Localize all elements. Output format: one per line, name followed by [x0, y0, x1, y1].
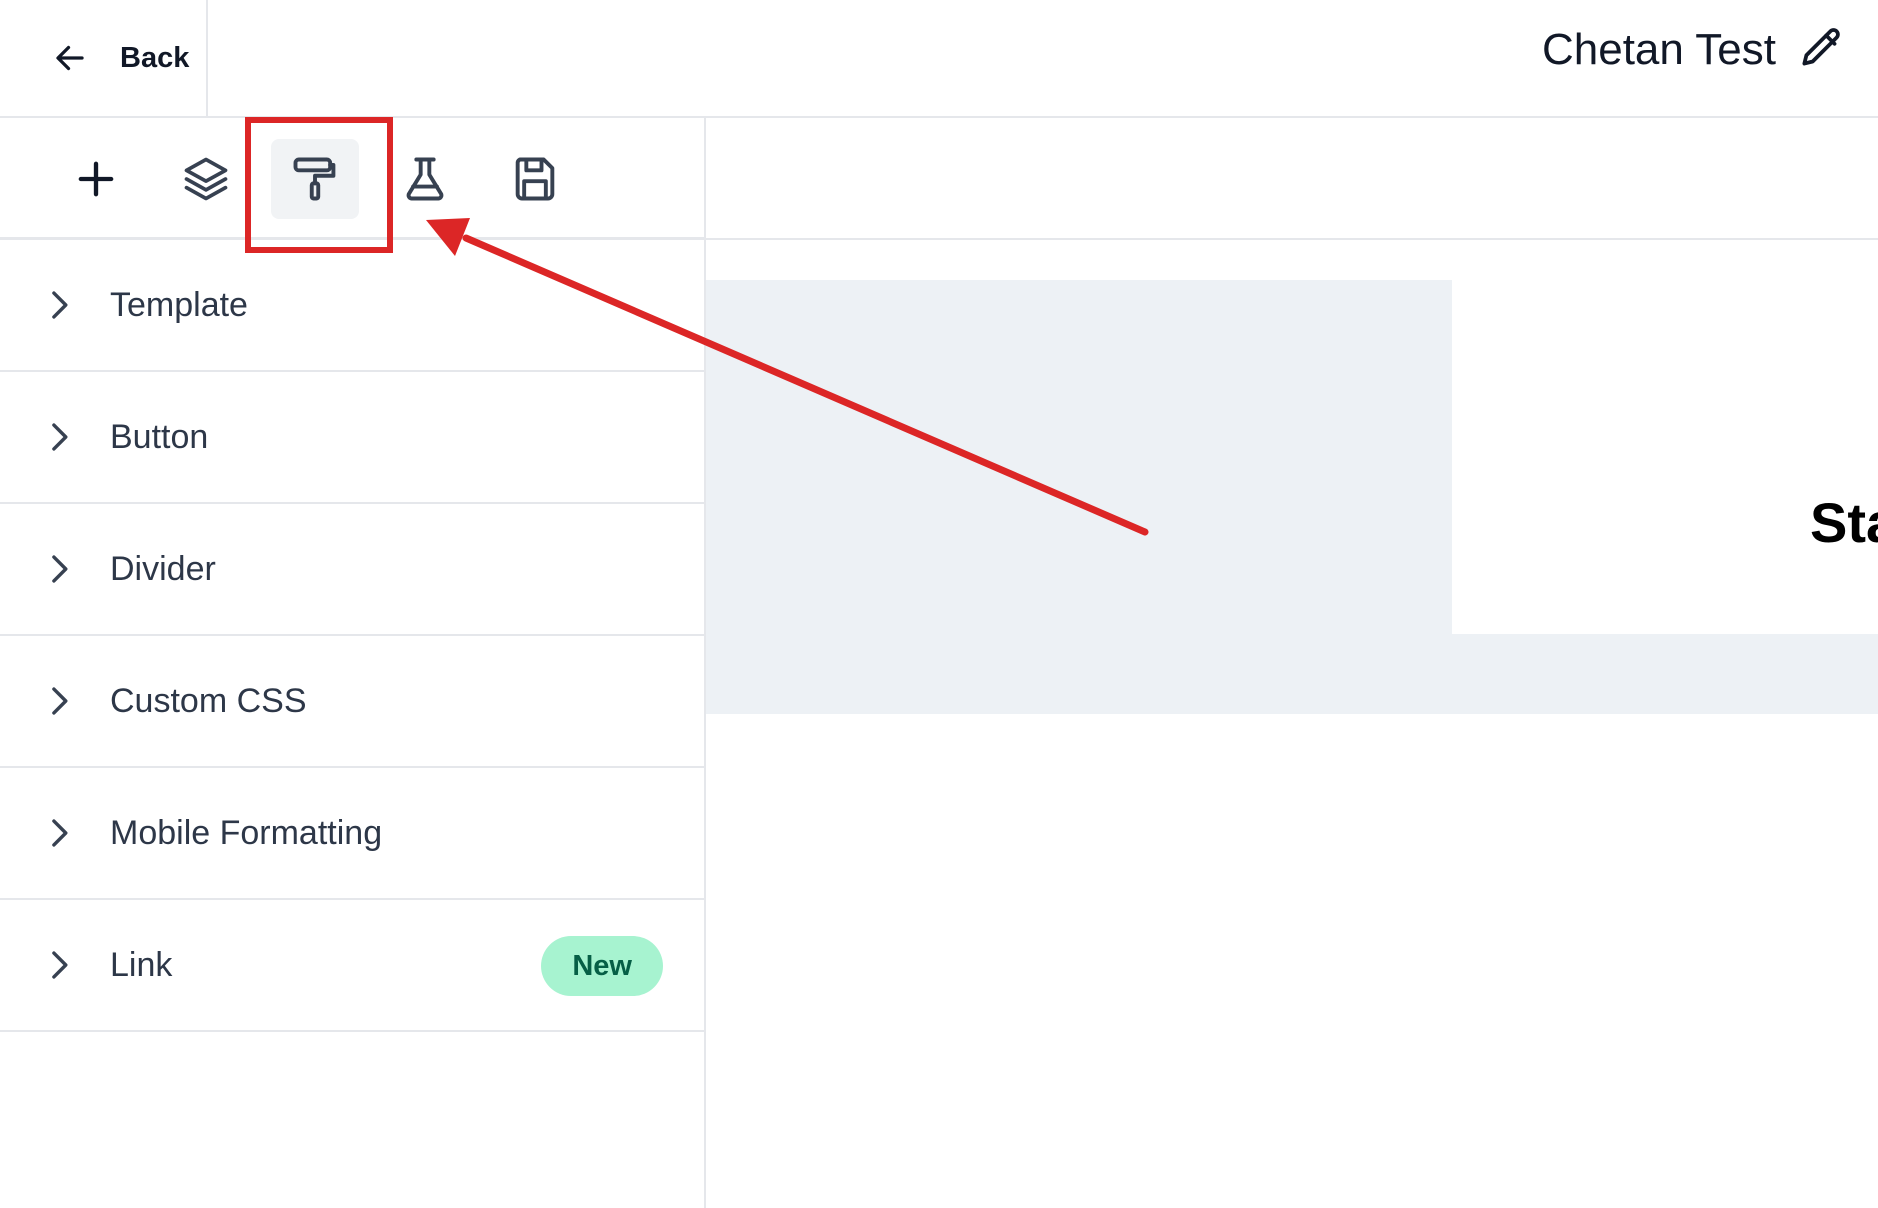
section-label: Link [110, 945, 173, 984]
chevron-right-icon [52, 555, 68, 583]
section-divider[interactable]: Divider [0, 504, 704, 636]
section-label: Mobile Formatting [110, 813, 383, 852]
save-icon [515, 157, 555, 201]
section-button[interactable]: Button [0, 372, 704, 504]
section-link[interactable]: Link New [0, 900, 704, 1032]
document-title: Chetan Test [1541, 25, 1776, 74]
style-sections: Template Button Divider Custom CSS Mobil… [0, 240, 704, 1032]
new-badge: New [541, 936, 663, 996]
chevron-right-icon [52, 687, 68, 715]
sidebar-toolbar [0, 118, 704, 240]
paint-roller-icon [293, 157, 336, 201]
flask-icon [406, 157, 444, 201]
section-mobile-formatting[interactable]: Mobile Formatting [0, 768, 704, 900]
section-template[interactable]: Template [0, 240, 704, 372]
section-label: Template [110, 285, 248, 324]
chevron-right-icon [52, 951, 68, 979]
back-label: Back [120, 41, 190, 74]
section-custom-css[interactable]: Custom CSS [0, 636, 704, 768]
section-label: Custom CSS [110, 681, 307, 720]
canvas-toolbar-strip [706, 118, 1878, 240]
canvas-heading: Sta [1810, 491, 1878, 554]
add-block-button[interactable] [52, 139, 140, 219]
pencil-icon[interactable] [1796, 24, 1846, 74]
save-button[interactable] [491, 139, 579, 219]
test-button[interactable] [381, 139, 469, 219]
plus-icon [78, 161, 114, 197]
chevron-right-icon [52, 423, 68, 451]
section-label: Button [110, 417, 209, 456]
layers-button[interactable] [162, 139, 250, 219]
top-bar: Back Chetan Test [0, 0, 1878, 118]
styles-button[interactable] [271, 139, 359, 219]
style-sidebar: Template Button Divider Custom CSS Mobil… [0, 118, 706, 1208]
chevron-right-icon [52, 291, 68, 319]
layers-icon [184, 157, 228, 201]
section-label: Divider [110, 549, 216, 588]
arrow-left-icon [56, 45, 84, 71]
back-button[interactable]: Back [0, 0, 208, 116]
canvas-content-block[interactable]: Sta [1452, 280, 1878, 634]
chevron-right-icon [52, 819, 68, 847]
